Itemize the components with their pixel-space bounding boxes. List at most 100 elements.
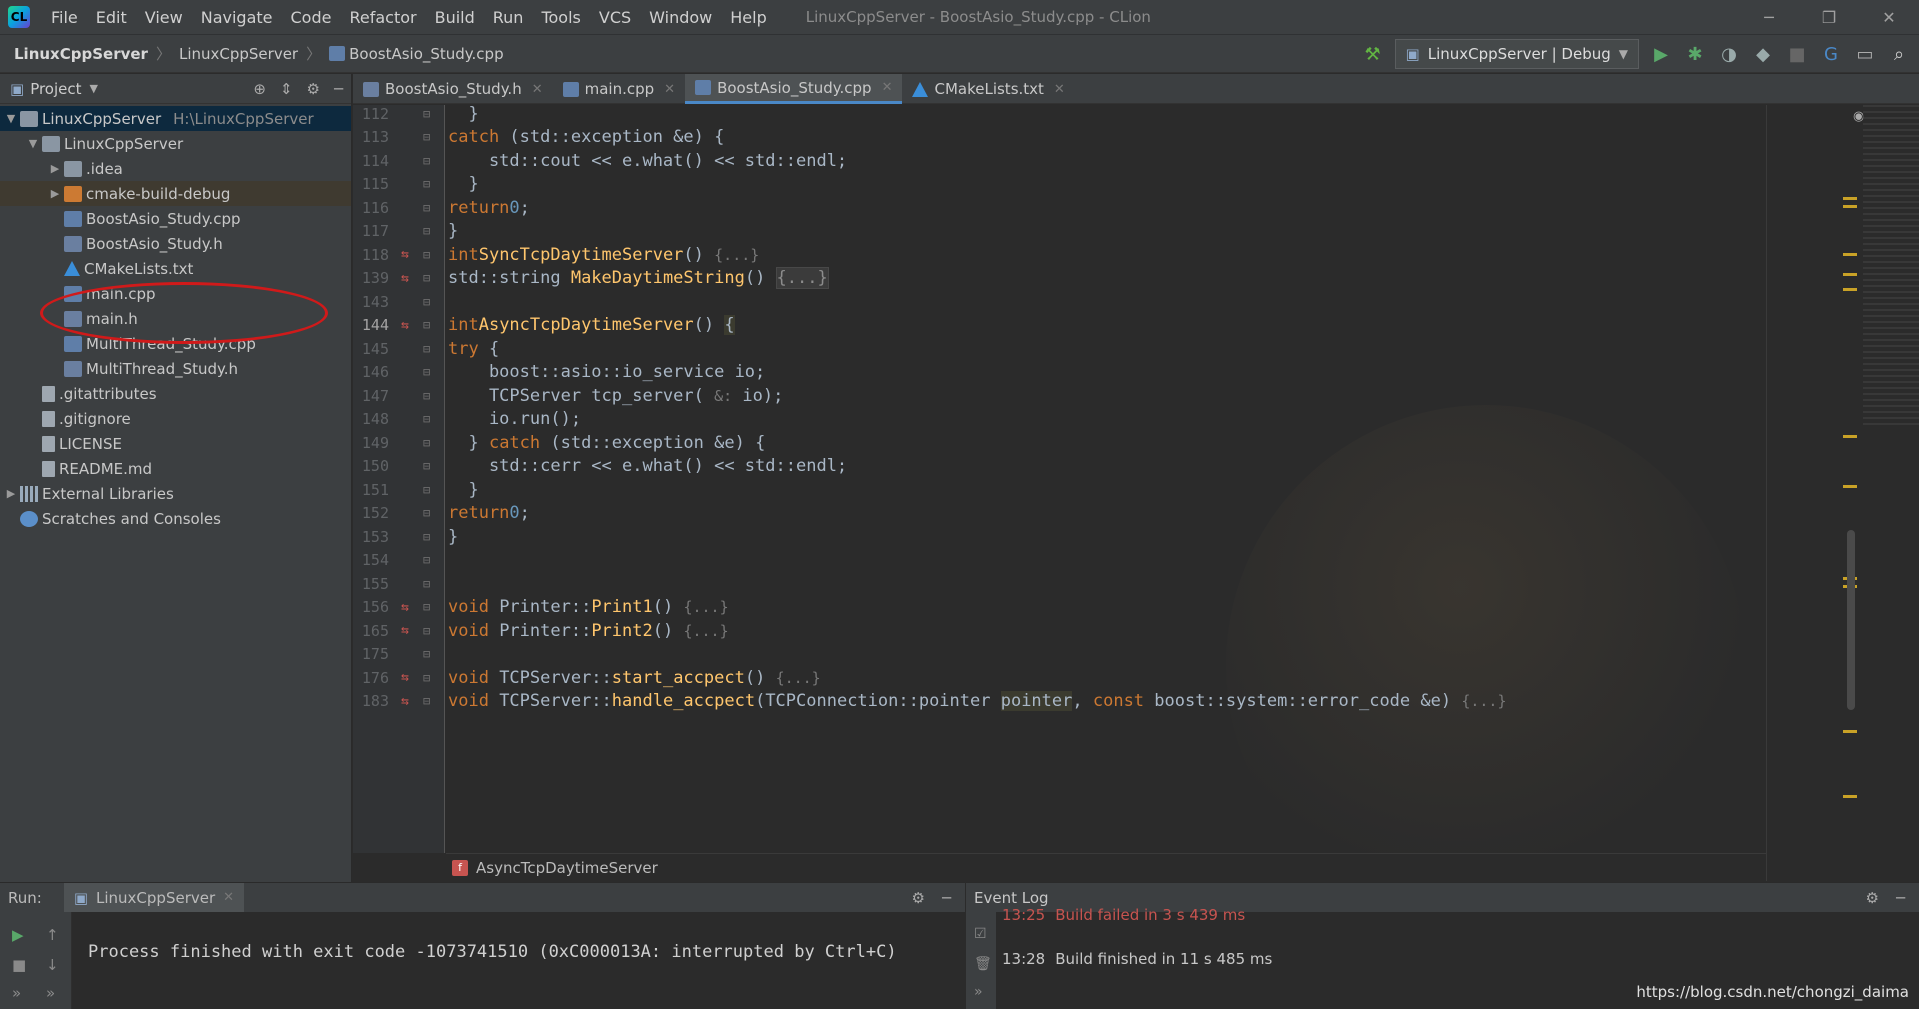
tree-item[interactable]: README.md [0,456,351,481]
fold-icon[interactable]: ⊟ [423,271,430,285]
trash-icon[interactable]: 🗑 [974,956,992,972]
fold-icon[interactable]: ⊟ [423,600,430,614]
fold-icon[interactable]: ⊟ [423,318,430,332]
tree-item[interactable]: BoostAsio_Study.cpp [0,206,351,231]
fold-icon[interactable]: ⊟ [423,577,430,591]
fold-icon[interactable]: ⊟ [423,459,430,473]
rerun-icon[interactable]: ▶ [12,926,24,944]
menu-item-help[interactable]: Help [721,8,775,27]
collapse-all-icon[interactable]: ⇕ [280,80,293,98]
close-icon[interactable]: ✕ [1054,82,1065,97]
run-tab[interactable]: ▣ LinuxCppServer ✕ [63,882,245,913]
fold-icon[interactable]: ⊟ [423,530,430,544]
fold-icon[interactable]: ⊟ [423,295,430,309]
tree-item[interactable]: Scratches and Consoles [0,506,351,531]
code-line[interactable]: std::cerr << e.what() << std::endl; [448,452,847,481]
marker[interactable] [1843,795,1857,798]
event-log-title[interactable]: Event Log [974,889,1049,907]
menu-item-build[interactable]: Build [426,8,484,27]
menu-item-edit[interactable]: Edit [87,8,136,27]
menu-item-run[interactable]: Run [484,8,533,27]
hide-icon[interactable]: ─ [1896,889,1905,907]
function-breadcrumb-label[interactable]: AsyncTcpDaytimeServer [476,859,658,877]
profile-icon[interactable]: ◆ [1751,42,1775,66]
marker[interactable] [1843,205,1857,208]
fold-icon[interactable]: ⊟ [423,154,430,168]
build-hammer-icon[interactable]: ⚒ [1361,42,1385,66]
coverage-icon[interactable]: ◑ [1717,42,1741,66]
hide-icon[interactable]: ─ [942,889,951,907]
menu-item-file[interactable]: File [42,8,87,27]
implementation-marker-icon[interactable]: ⇆ [401,318,421,333]
gear-icon[interactable]: ⚙ [307,80,320,98]
code-editor[interactable]: } catch (std::exception &e) { std::cout … [446,105,1766,853]
down-arrow-icon[interactable]: ↓ [46,956,59,974]
gear-icon[interactable]: ⚙ [1866,889,1879,907]
project-view-select[interactable]: Project [30,80,81,98]
fold-icon[interactable]: ⊟ [423,389,430,403]
minimize-icon[interactable]: ─ [1739,0,1799,35]
fold-icon[interactable]: ⊟ [423,624,430,638]
code-breadcrumb[interactable]: f AsyncTcpDaytimeServer [446,853,1766,881]
fold-icon[interactable]: ⊟ [423,671,430,685]
more-icon[interactable]: » [12,984,21,1002]
marker[interactable] [1843,435,1857,438]
menu-item-refactor[interactable]: Refactor [340,8,425,27]
menu-item-view[interactable]: View [136,8,192,27]
search-icon[interactable]: ⌕ [1887,42,1911,66]
fold-icon[interactable]: ⊟ [423,107,430,121]
tree-item[interactable]: CMakeLists.txt [0,256,351,281]
fold-icon[interactable]: ⊟ [423,647,430,661]
menu-item-vcs[interactable]: VCS [590,8,640,27]
menu-item-navigate[interactable]: Navigate [192,8,282,27]
menu-item-code[interactable]: Code [282,8,341,27]
marker[interactable] [1843,288,1857,291]
tree-item[interactable]: .gitattributes [0,381,351,406]
marker[interactable] [1843,273,1857,276]
tab-main-cpp[interactable]: main.cpp ✕ [553,74,685,104]
run-icon[interactable]: ▶ [1649,42,1673,66]
more-icon[interactable]: » [974,984,983,1000]
tree-item[interactable]: ▼ LinuxCppServer [0,131,351,156]
breadcrumb-item[interactable]: LinuxCppServer [179,45,298,63]
menu-item-tools[interactable]: Tools [532,8,589,27]
fold-icon[interactable]: ⊟ [423,201,430,215]
marker[interactable] [1843,253,1857,256]
code-line[interactable]: return 0; [448,499,530,528]
layout-icon[interactable]: ▭ [1853,42,1877,66]
gear-icon[interactable]: ⚙ [912,889,925,907]
tree-item[interactable]: ▶ External Libraries [0,481,351,506]
implementation-marker-icon[interactable]: ⇆ [401,271,421,286]
implementation-marker-icon[interactable]: ⇆ [401,694,421,709]
expand-arrow-icon[interactable]: ▼ [4,112,18,125]
code-line[interactable]: std::cout << e.what() << std::endl; [448,146,847,175]
stop-icon[interactable]: ■ [12,956,26,974]
implementation-marker-icon[interactable]: ⇆ [401,247,421,262]
restore-icon[interactable]: ❐ [1799,0,1859,35]
fold-icon[interactable]: ⊟ [423,224,430,238]
more-icon[interactable]: » [46,984,55,1002]
close-icon[interactable]: ✕ [532,82,543,97]
code-line[interactable]: void Printer:: Print2() {...} [448,616,729,645]
code-line[interactable]: std::string MakeDaytimeString() {...} [448,264,829,293]
scroll-thumb[interactable] [1847,530,1855,710]
fold-icon[interactable]: ⊟ [423,248,430,262]
fold-icon[interactable]: ⊟ [423,436,430,450]
tree-item[interactable]: .gitignore [0,406,351,431]
breadcrumb-item[interactable]: BoostAsio_Study.cpp [349,45,504,63]
expand-arrow-icon[interactable]: ▶ [48,162,62,175]
close-icon[interactable]: ✕ [882,80,893,95]
breadcrumb-item[interactable]: LinuxCppServer [14,45,148,63]
code-line[interactable]: } [448,522,458,551]
tab-boostasio-study-cpp[interactable]: BoostAsio_Study.cpp ✕ [685,74,903,104]
code-line[interactable]: return 0; [448,193,530,222]
tree-item[interactable]: ▶ .idea [0,156,351,181]
stop-icon[interactable]: ■ [1785,42,1809,66]
editor-scrollbar[interactable]: ◉ [1766,105,1919,881]
tree-item[interactable]: ▶ cmake-build-debug [0,181,351,206]
run-configuration-select[interactable]: ▣ LinuxCppServer | Debug ▼ [1394,39,1639,69]
chevron-down-icon[interactable]: ▼ [90,82,98,95]
fold-icon[interactable]: ⊟ [423,694,430,708]
hide-icon[interactable]: ─ [334,80,343,98]
code-line[interactable]: void TCPServer:: handle_accpect (TCPConnec… [448,687,1506,716]
